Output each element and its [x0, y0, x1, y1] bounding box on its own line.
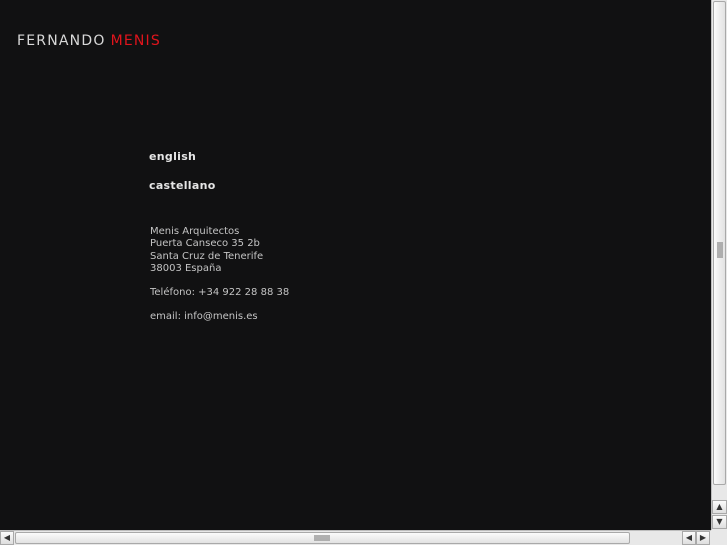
arrow-left-icon: ◀ — [3, 533, 11, 542]
page-viewport: FERNANDO MENIS english castellano Menis A… — [0, 0, 711, 530]
street-address: Puerta Canseco 35 2b — [150, 238, 260, 250]
grip-icon — [717, 242, 723, 258]
scroll-up-button[interactable]: ▲ — [712, 500, 727, 514]
horizontal-scroll-thumb[interactable] — [15, 532, 630, 544]
arrow-left-icon: ◀ — [685, 533, 693, 542]
arrow-up-icon: ▲ — [716, 502, 723, 511]
scroll-right-button[interactable]: ▶ — [696, 531, 710, 545]
postal-address: 38003 España — [150, 262, 222, 274]
scrollbar-corner — [711, 530, 727, 545]
horizontal-scrollbar[interactable]: ◀ ◀ ▶ — [0, 530, 711, 545]
city-address: Santa Cruz de Tenerife — [150, 250, 264, 262]
phone-number: Teléfono: +34 922 28 88 38 — [150, 287, 290, 299]
company-name: Menis Arquitectos — [150, 226, 240, 237]
site-logo[interactable]: FERNANDO MENIS — [17, 33, 161, 49]
language-link-castellano[interactable]: castellano — [149, 179, 216, 192]
scroll-left-button[interactable]: ◀ — [0, 531, 14, 545]
contact-address: Menis Arquitectos Puerta Canseco 35 2b S… — [150, 226, 289, 324]
language-link-english[interactable]: english — [149, 150, 196, 163]
scroll-left-button-secondary[interactable]: ◀ — [682, 531, 696, 545]
arrow-down-icon: ▼ — [716, 517, 723, 526]
arrow-right-icon: ▶ — [699, 533, 707, 542]
scroll-down-button[interactable]: ▼ — [712, 515, 727, 529]
email-link[interactable]: email: info@menis.es — [150, 311, 289, 323]
grip-icon — [314, 535, 330, 541]
logo-first-name: FERNANDO — [17, 33, 106, 49]
vertical-scroll-thumb[interactable] — [713, 1, 726, 485]
logo-last-name: MENIS — [110, 33, 161, 49]
vertical-scrollbar[interactable]: ▲ ▼ — [711, 0, 727, 530]
